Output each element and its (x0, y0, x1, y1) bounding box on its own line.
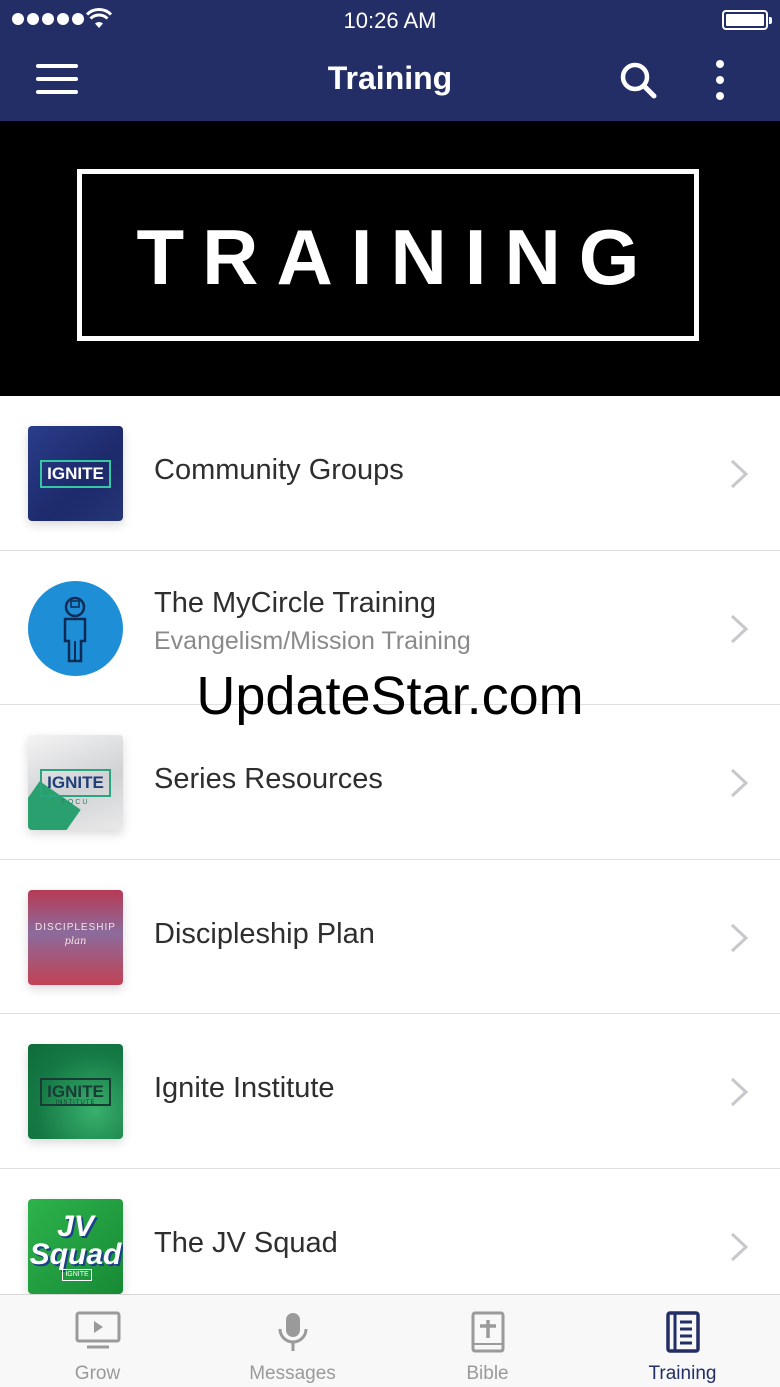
tab-label: Grow (74, 1363, 121, 1384)
tab-label: Training (648, 1363, 717, 1384)
tab-bible[interactable]: Bible (390, 1295, 585, 1387)
item-title: Community Groups (154, 454, 404, 486)
thumb-subtext: FOCU (61, 799, 90, 806)
tab-bar: Grow Messages Bible Training (0, 1294, 780, 1387)
more-options-icon[interactable] (702, 56, 738, 104)
item-title: Discipleship Plan (154, 917, 375, 950)
tab-training[interactable]: Training (585, 1295, 780, 1387)
community-groups-thumbnail: IGNITE (28, 426, 123, 521)
person-outline-icon (63, 596, 87, 662)
ignite-logo: IGNITE (40, 460, 111, 488)
thumb-subtext: INSTITUTE (55, 1100, 96, 1106)
item-title: Series Resources (154, 763, 383, 795)
search-icon[interactable] (616, 58, 660, 102)
item-title: The MyCircle Training (154, 586, 437, 619)
training-list: IGNITE Community Groups The MyCircle Tra… (0, 396, 780, 1323)
tv-play-icon (75, 1311, 120, 1349)
book-icon (665, 1311, 700, 1353)
list-item-ignite-institute[interactable]: IGNITE INSTITUTE Ignite Institute (0, 1014, 780, 1169)
item-title: The JV Squad (154, 1226, 338, 1259)
list-item-mycircle-training[interactable]: The MyCircle Training Evangelism/Mission… (0, 550, 780, 705)
thumb-text: JV Squad (29, 1209, 122, 1271)
thumb-subtext: IGNITE (62, 1268, 92, 1281)
tab-messages[interactable]: Messages (195, 1295, 390, 1387)
status-bar: 10:26 AM (0, 0, 780, 40)
microphone-icon (278, 1313, 307, 1351)
list-item-series-resources[interactable]: IGNITE FOCU Series Resources (0, 705, 780, 860)
thumb-subtext: plan (64, 935, 87, 947)
hero-frame: TRAINING (77, 169, 699, 341)
chevron-right-icon (730, 768, 749, 798)
tab-label: Bible (466, 1363, 509, 1384)
thumb-text: DISCIPLESHIP (35, 921, 116, 933)
mycircle-thumbnail (28, 580, 123, 676)
battery-icon (722, 10, 772, 30)
hero-banner: TRAINING (0, 121, 780, 396)
navigation-bar: Training (0, 40, 780, 121)
list-item-community-groups[interactable]: IGNITE Community Groups (0, 396, 780, 551)
page-title: Training (327, 60, 453, 96)
discipleship-plan-thumbnail: DISCIPLESHIP plan (28, 889, 123, 985)
series-resources-thumbnail: IGNITE FOCU (28, 735, 123, 830)
status-time: 10:26 AM (343, 8, 437, 33)
chevron-right-icon (730, 459, 749, 489)
chevron-right-icon (730, 923, 749, 952)
ignite-logo: IGNITE (40, 769, 111, 797)
bible-icon (471, 1311, 504, 1353)
chevron-right-icon (730, 1077, 749, 1107)
item-subtitle: Evangelism/Mission Training (154, 626, 471, 655)
chevron-right-icon (730, 1232, 749, 1261)
ignite-institute-thumbnail: IGNITE INSTITUTE (28, 1044, 123, 1139)
jv-squad-thumbnail: JV Squad IGNITE (28, 1198, 123, 1294)
hero-title: TRAINING (136, 213, 658, 301)
tab-label: Messages (249, 1363, 336, 1384)
tab-grow[interactable]: Grow (0, 1295, 195, 1387)
chevron-right-icon (730, 614, 749, 643)
list-item-discipleship-plan[interactable]: DISCIPLESHIP plan Discipleship Plan (0, 859, 780, 1014)
item-title: Ignite Institute (154, 1072, 335, 1104)
hamburger-menu-icon[interactable] (36, 64, 82, 98)
